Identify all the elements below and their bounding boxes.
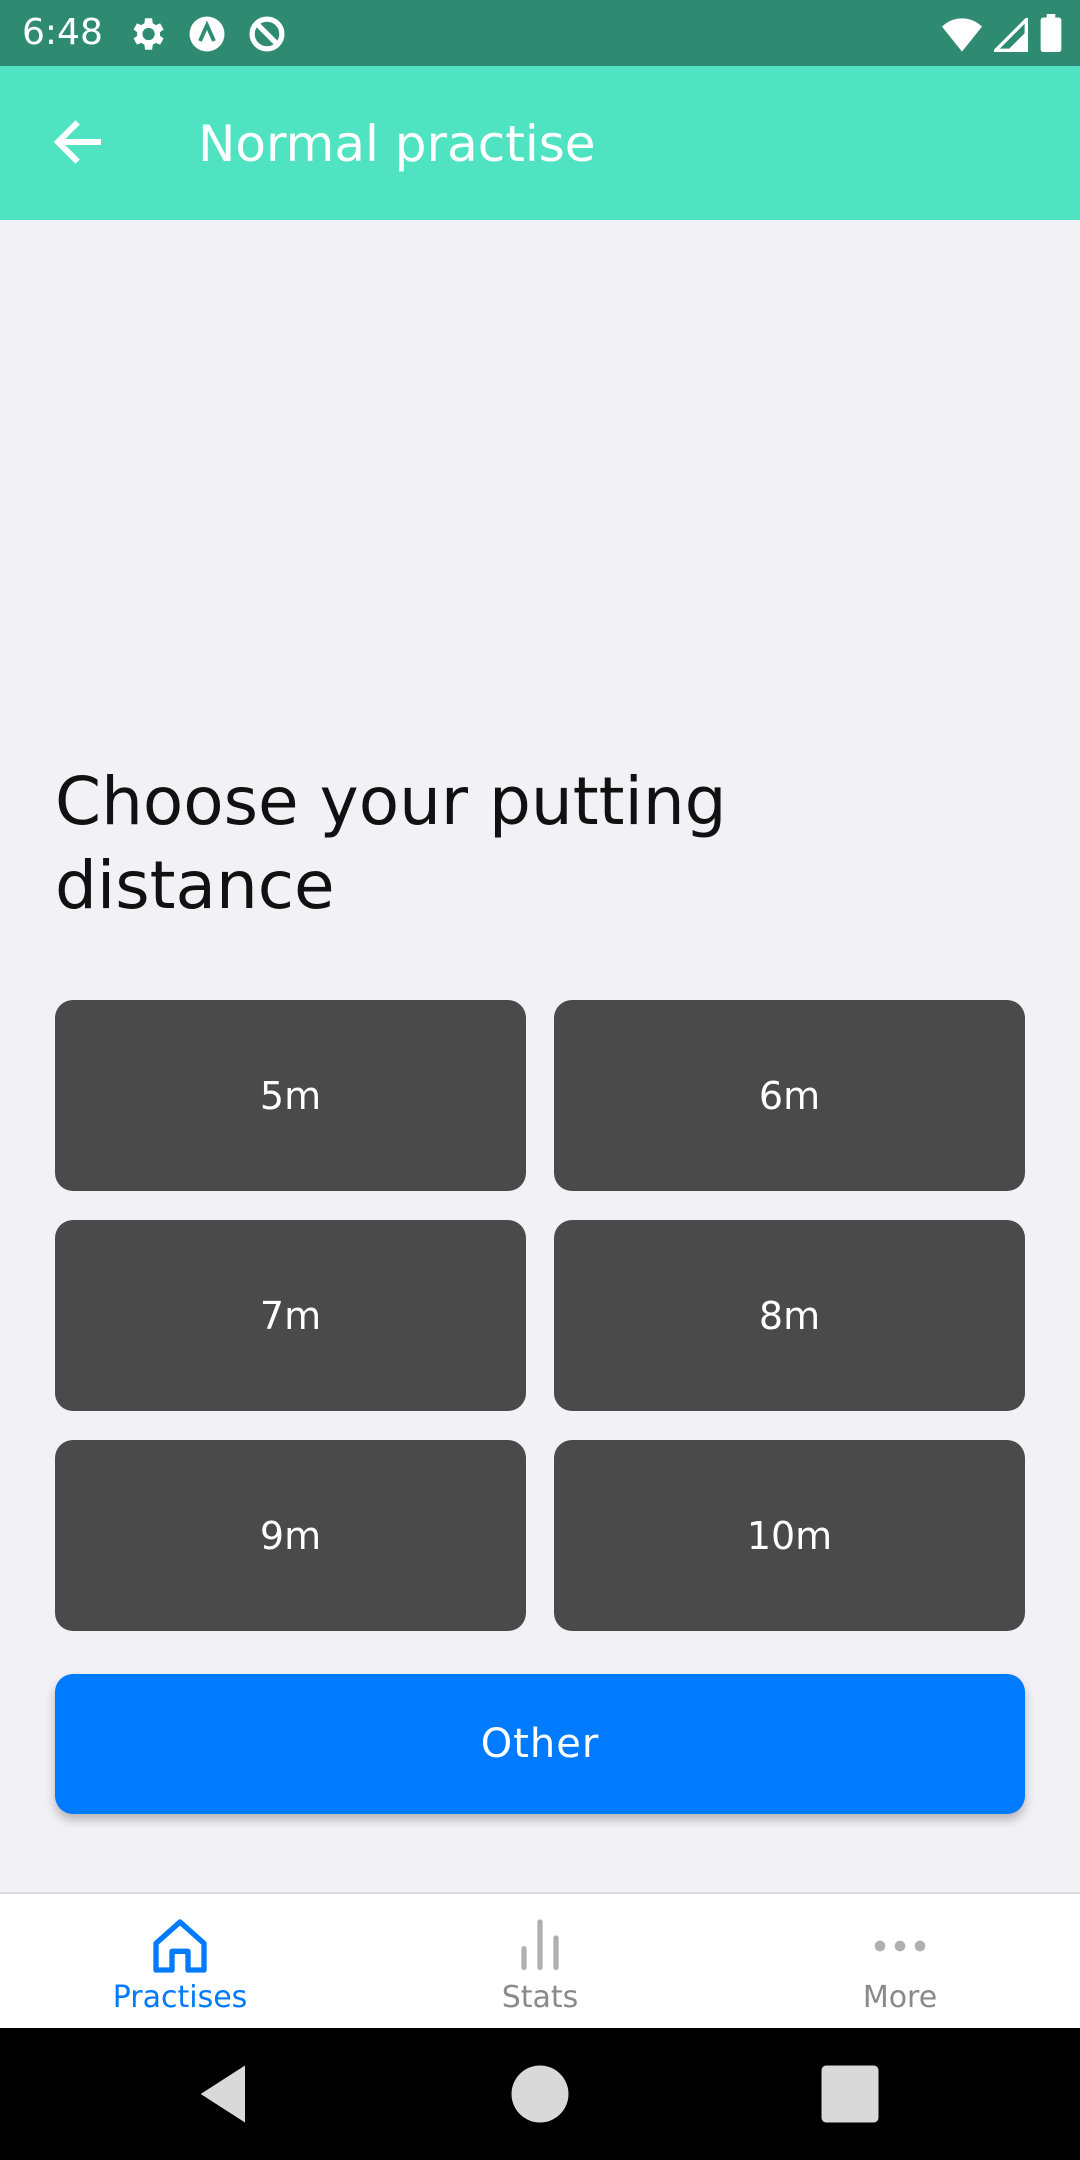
bar-chart-icon — [521, 1919, 559, 1970]
tab-practises[interactable]: Practises — [0, 1894, 360, 2030]
back-triangle-icon — [200, 2065, 245, 2123]
status-system-icons — [942, 14, 1062, 52]
distance-button-5m[interactable]: 5m — [55, 1000, 526, 1191]
page-title: Normal practise — [198, 115, 596, 173]
a-circle-icon — [186, 13, 228, 55]
bottom-tab-bar: Practises Stats More — [0, 1892, 1080, 2030]
recents-square-icon — [821, 2065, 879, 2123]
home-icon — [153, 1919, 207, 1973]
arrow-left-icon — [53, 120, 101, 164]
signal-icon — [994, 18, 1028, 52]
nav-back-button[interactable] — [188, 2056, 264, 2132]
status-bar: 6:48 — [0, 0, 1080, 66]
distance-button-8m[interactable]: 8m — [554, 1220, 1025, 1411]
status-notification-icons — [126, 13, 288, 55]
wifi-icon — [942, 18, 982, 52]
system-navigation-bar — [0, 2028, 1080, 2160]
tab-label-stats: Stats — [501, 1980, 579, 2015]
distance-button-9m[interactable]: 9m — [55, 1440, 526, 1631]
home-circle-icon — [511, 2065, 569, 2123]
back-button[interactable] — [48, 112, 108, 172]
tab-more[interactable]: More — [720, 1894, 1080, 2030]
no-sync-icon — [246, 13, 288, 55]
tab-stats[interactable]: Stats — [360, 1894, 720, 2030]
distance-button-6m[interactable]: 6m — [554, 1000, 1025, 1191]
status-time: 6:48 — [22, 12, 103, 53]
tab-label-practises: Practises — [112, 1980, 248, 2015]
app-bar: Normal practise — [0, 66, 1080, 220]
settings-icon — [126, 13, 168, 55]
nav-home-button[interactable] — [502, 2056, 578, 2132]
more-dots-icon — [874, 1940, 926, 1952]
distance-button-10m[interactable]: 10m — [554, 1440, 1025, 1631]
battery-icon — [1040, 14, 1062, 52]
tab-label-more: More — [862, 1980, 938, 2015]
distance-button-7m[interactable]: 7m — [55, 1220, 526, 1411]
other-distance-button[interactable]: Other — [55, 1674, 1025, 1814]
nav-recents-button[interactable] — [812, 2056, 888, 2132]
putting-distance-heading: Choose your putting distance — [55, 763, 727, 924]
